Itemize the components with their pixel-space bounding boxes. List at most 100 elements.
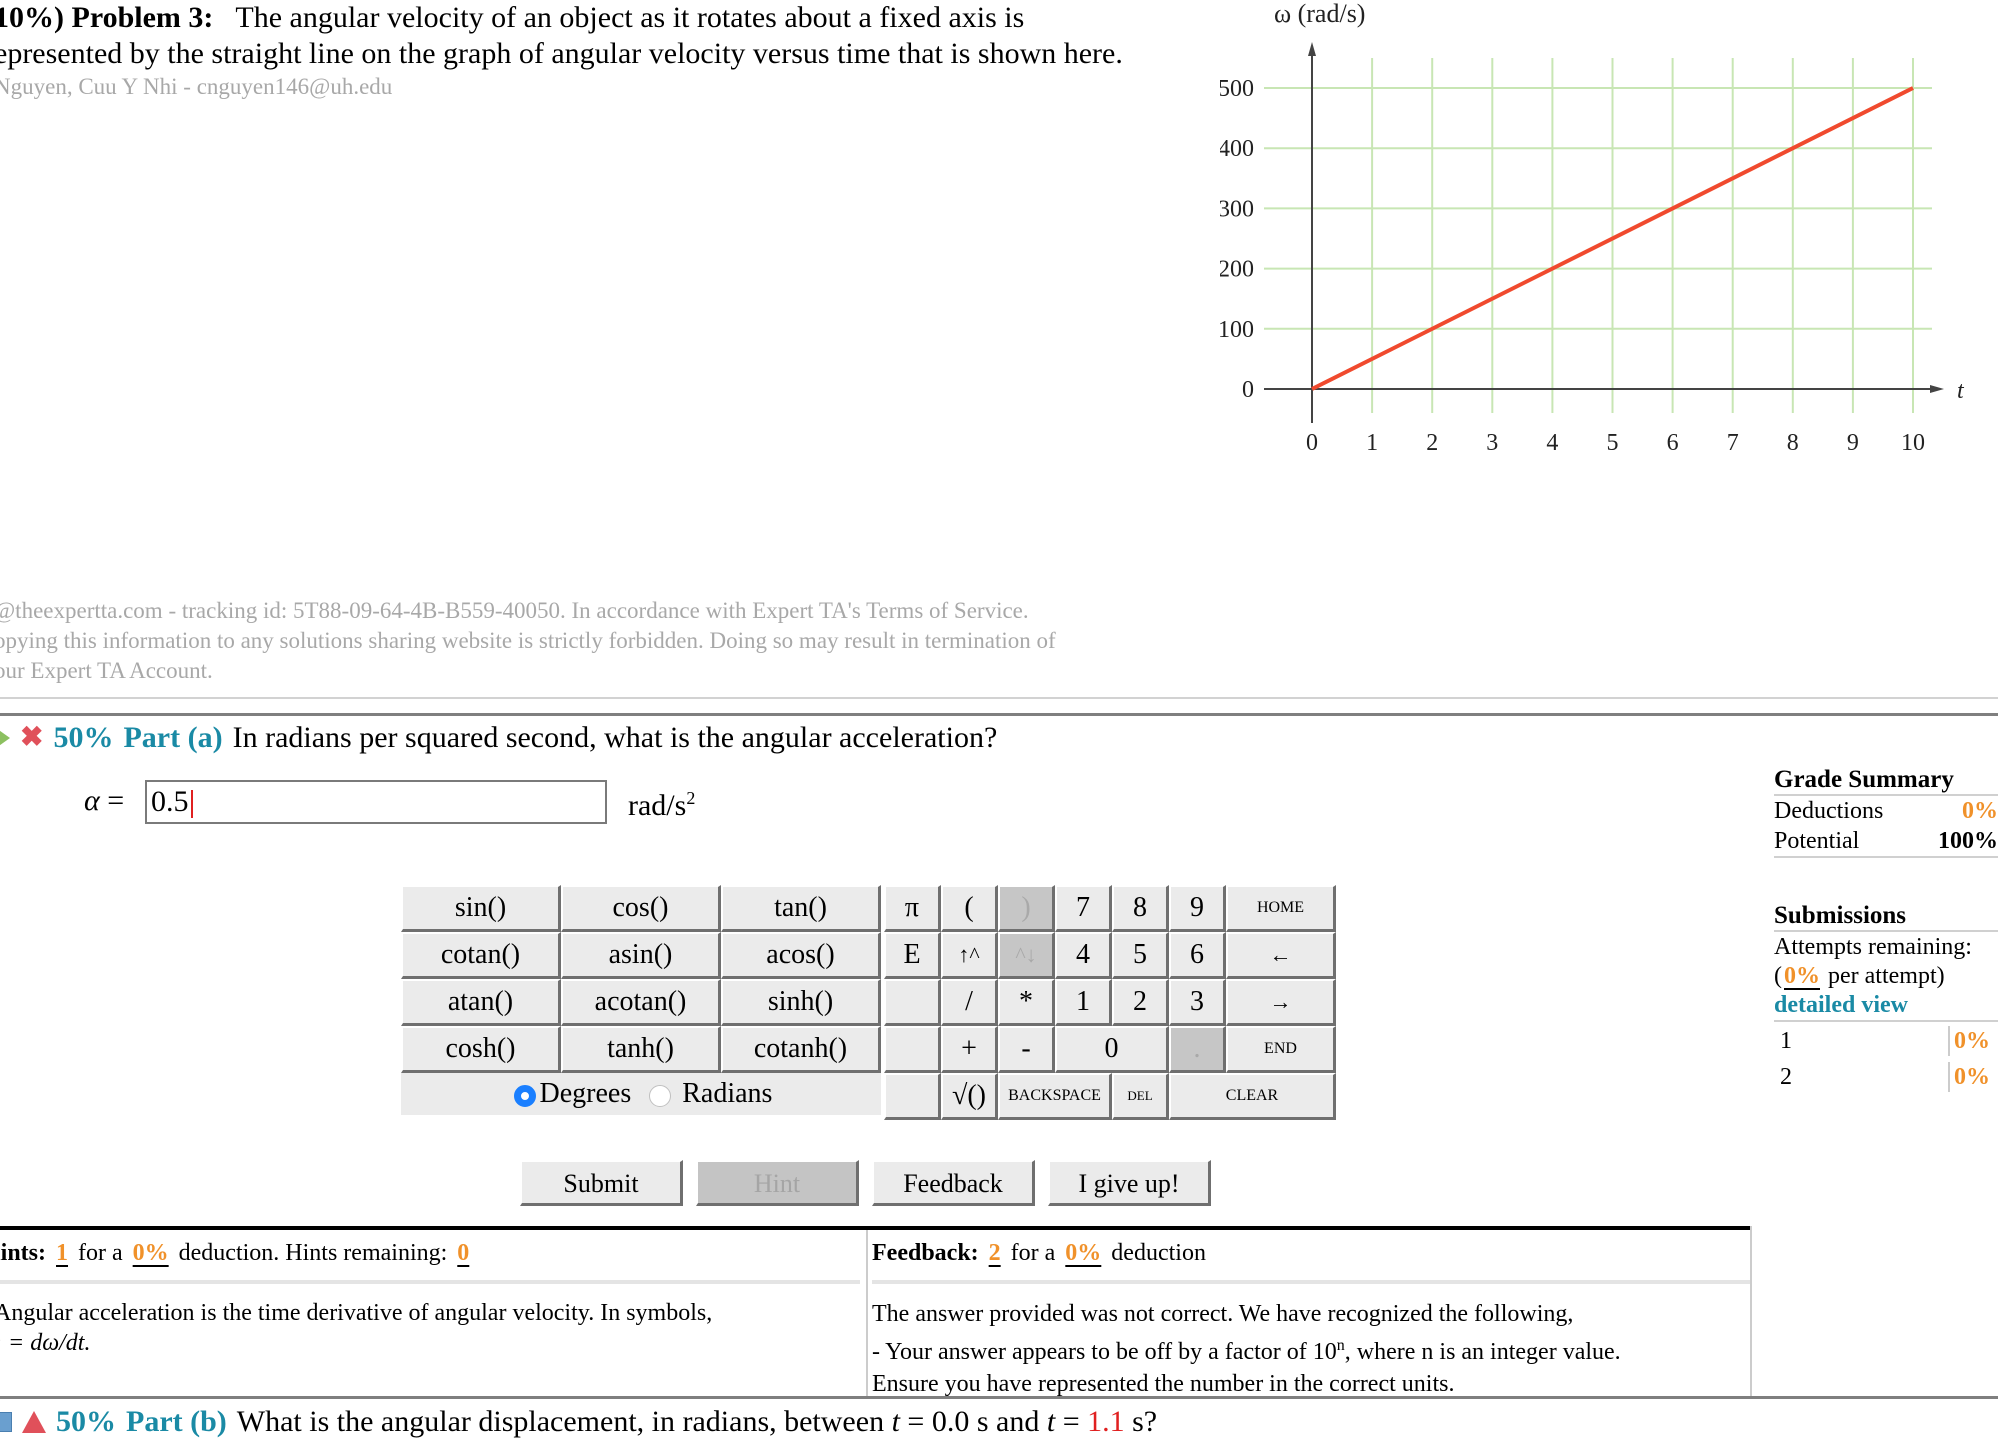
hints-deduction-pct: 0%	[132, 1240, 169, 1266]
key-acos[interactable]: acos()	[721, 932, 881, 979]
key-sin[interactable]: sin()	[401, 885, 561, 932]
y-tick-label: 0	[1242, 377, 1254, 403]
key-e[interactable]: E	[884, 932, 941, 979]
key-sinh[interactable]: sinh()	[721, 979, 881, 1026]
key-atan[interactable]: atan()	[401, 979, 561, 1026]
key-superscript-down[interactable]: ^↓	[998, 932, 1055, 979]
hints-remaining-count: 0	[457, 1240, 470, 1266]
part-a-weight: 50%	[53, 721, 114, 754]
feedback-button[interactable]: Feedback	[872, 1160, 1035, 1206]
x-tick-label: 8	[1787, 430, 1799, 456]
submission-pct: 0%	[1948, 1026, 1998, 1056]
answer-units: rad/s2	[628, 788, 696, 822]
angle-mode-row: Degrees Radians	[401, 1073, 881, 1115]
y-tick-label: 200	[1220, 257, 1254, 283]
tracking-notice: @theexpertta.com - tracking id: 5T88-09-…	[0, 596, 1224, 686]
incorrect-x-icon: ✖	[20, 722, 44, 753]
potential-value: 100%	[1938, 828, 1998, 854]
y-tick-label: 100	[1220, 317, 1254, 343]
x-tick-label: 6	[1667, 430, 1679, 456]
x-tick-label: 3	[1486, 430, 1498, 456]
y-tick-label: 400	[1220, 136, 1254, 162]
key-7[interactable]: 7	[1055, 885, 1112, 932]
key-del[interactable]: DEL	[1112, 1073, 1169, 1120]
key-plus[interactable]: +	[941, 1026, 998, 1073]
feedback-panel: Feedback: 2 for a 0% deduction The answe…	[872, 1232, 1750, 1400]
key-tanh[interactable]: tanh()	[561, 1026, 721, 1073]
answer-input[interactable]: 0.5	[145, 780, 607, 824]
key-sqrt[interactable]: √()	[941, 1073, 998, 1120]
key-right-arrow[interactable]: →	[1226, 979, 1336, 1026]
key-left-arrow[interactable]: ←	[1226, 932, 1336, 979]
answer-variable: α =	[84, 784, 125, 817]
angular-velocity-chart: 0 100 200 300 400 500 0 1 2 3 4 5 6 7 8 9 10 ω (rad/s) t	[1220, 0, 1965, 456]
panel-right-border	[1750, 1226, 1752, 1398]
grade-summary-title: Grade Summary	[1774, 766, 1954, 793]
hints-panel: lints: 1 for a 0% deduction. Hints remai…	[0, 1232, 860, 1358]
detailed-view-link[interactable]: detailed view	[1774, 990, 1998, 1020]
key-5[interactable]: 5	[1112, 932, 1169, 979]
key-1[interactable]: 1	[1055, 979, 1112, 1026]
key-home[interactable]: HOME	[1226, 885, 1336, 932]
key-cotanh[interactable]: cotanh()	[721, 1026, 881, 1073]
key-asin[interactable]: asin()	[561, 932, 721, 979]
attempts-remaining: Attempts remaining:	[1774, 934, 1972, 960]
key-cos[interactable]: cos()	[561, 885, 721, 932]
key-3[interactable]: 3	[1169, 979, 1226, 1026]
key-0[interactable]: 0	[1055, 1026, 1169, 1073]
key-close-paren[interactable]: )	[998, 885, 1055, 932]
hints-used-count: 1	[56, 1240, 69, 1266]
key-cotan[interactable]: cotan()	[401, 932, 561, 979]
notice-line-1: @theexpertta.com - tracking id: 5T88-09-…	[0, 598, 1029, 623]
key-minus[interactable]: -	[998, 1026, 1055, 1073]
x-tick-label: 1	[1366, 430, 1378, 456]
key-backspace[interactable]: BACKSPACE	[998, 1073, 1112, 1120]
key-9[interactable]: 9	[1169, 885, 1226, 932]
x-tick-label: 4	[1546, 430, 1558, 456]
submit-button[interactable]: Submit	[520, 1160, 683, 1206]
radians-radio[interactable]	[649, 1084, 672, 1107]
submission-num: 2	[1780, 1064, 1792, 1090]
expand-box-icon[interactable]	[0, 1412, 12, 1432]
feedback-used-count: 2	[988, 1240, 1001, 1266]
per-attempt: (0% per attempt)	[1774, 963, 1945, 989]
key-pi[interactable]: π	[884, 885, 941, 932]
part-b-label: Part (b)	[126, 1405, 227, 1438]
x-axis-label: t	[1957, 378, 1965, 404]
x-axis-arrow-icon	[1930, 385, 1944, 393]
part-b-header: 50% Part (b) What is the angular displac…	[0, 1401, 1157, 1443]
problem-text-1: The angular velocity of an object as it …	[235, 1, 1025, 34]
key-6[interactable]: 6	[1169, 932, 1226, 979]
feedback-text-1: The answer provided was not correct. We …	[872, 1301, 1574, 1327]
key-decimal[interactable]: .	[1169, 1026, 1226, 1073]
x-tick-label: 10	[1901, 430, 1925, 456]
degrees-radio[interactable]	[513, 1084, 536, 1107]
y-tick-label: 500	[1220, 76, 1254, 102]
expand-arrow-icon[interactable]	[0, 728, 10, 748]
key-4[interactable]: 4	[1055, 932, 1112, 979]
problem-text-2: epresented by the straight line on the g…	[0, 37, 1123, 70]
key-end[interactable]: END	[1226, 1026, 1336, 1073]
key-2[interactable]: 2	[1112, 979, 1169, 1026]
hint-button[interactable]: Hint	[696, 1160, 859, 1206]
key-open-paren[interactable]: (	[941, 885, 998, 932]
feedback-text-2: - Your answer appears to be off by a fac…	[872, 1337, 1621, 1365]
key-multiply[interactable]: *	[998, 979, 1055, 1026]
key-acotan[interactable]: acotan()	[561, 979, 721, 1026]
degrees-label[interactable]: Degrees	[540, 1078, 632, 1109]
key-clear[interactable]: CLEAR	[1169, 1073, 1336, 1120]
radians-label[interactable]: Radians	[682, 1078, 772, 1109]
hint-text-1: Angular acceleration is the time derivat…	[0, 1300, 713, 1326]
key-cosh[interactable]: cosh()	[401, 1026, 561, 1073]
part-a-label: Part (a)	[123, 721, 223, 754]
key-divide[interactable]: /	[941, 979, 998, 1026]
key-8[interactable]: 8	[1112, 885, 1169, 932]
warning-icon	[22, 1411, 46, 1433]
give-up-button[interactable]: I give up!	[1048, 1160, 1211, 1206]
key-superscript-up[interactable]: ↑^	[941, 932, 998, 979]
function-keypad: sin() cos() tan() cotan() asin() acos() …	[401, 885, 881, 1115]
text-cursor	[190, 790, 193, 819]
part-a-question: In radians per squared second, what is t…	[232, 721, 998, 754]
panel-divider	[866, 1230, 868, 1398]
key-tan[interactable]: tan()	[721, 885, 881, 932]
